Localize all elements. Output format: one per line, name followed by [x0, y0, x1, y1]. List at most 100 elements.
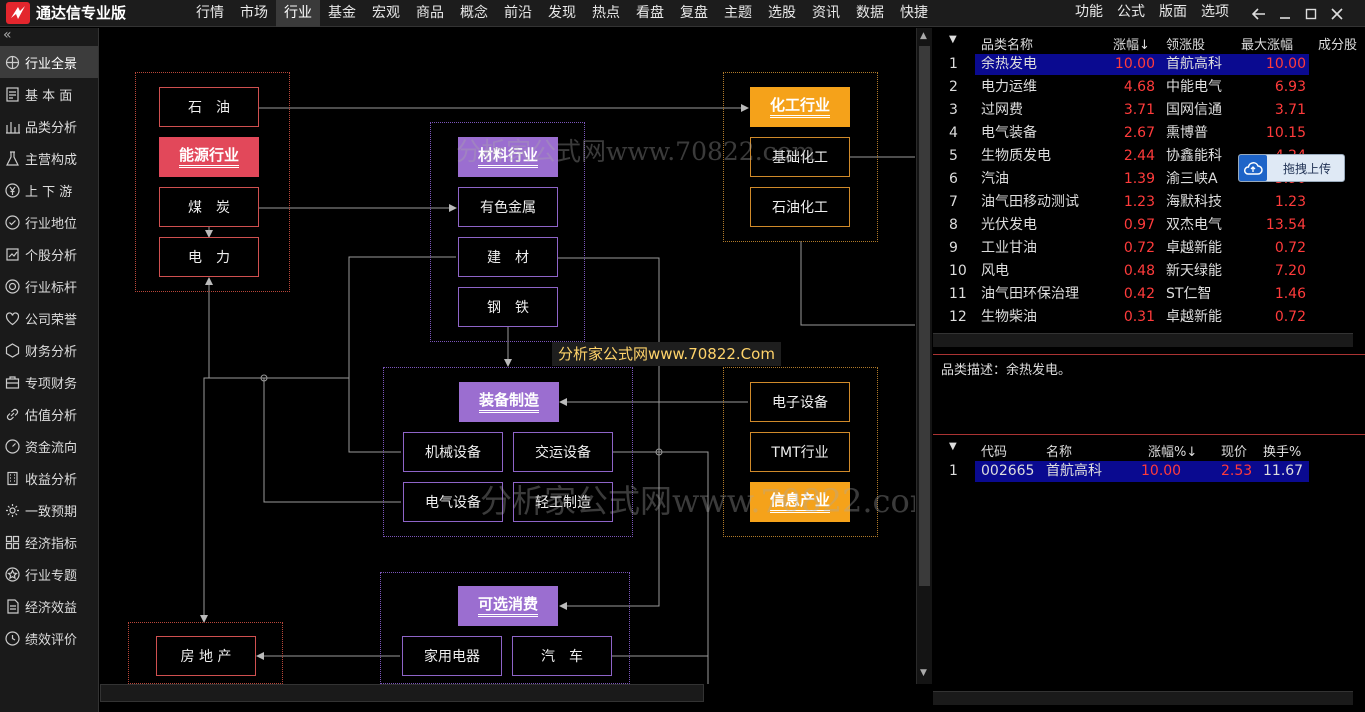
col-price[interactable]: 现价 — [1221, 441, 1247, 460]
category-row[interactable]: 9 工业甘油 0.72 卓越新能 0.72 — [933, 237, 1365, 260]
node-electronics[interactable]: 电子设备 — [750, 382, 850, 422]
sidebar-item-14[interactable]: 一致预期 — [0, 494, 98, 526]
head-equipment[interactable]: 装备制造 — [459, 382, 559, 422]
node-coal[interactable]: 煤 炭 — [159, 187, 259, 227]
node-light-manufacturing[interactable]: 轻工制造 — [513, 482, 613, 522]
category-row[interactable]: 8 光伏发电 0.97 双杰电气 13.54 — [933, 214, 1365, 237]
category-row[interactable]: 11 油气田环保治理 0.42 ST仁智 1.46 — [933, 283, 1365, 306]
menu-item-2[interactable]: 行业 — [276, 0, 320, 27]
sidebar-item-10[interactable]: 专项财务 — [0, 366, 98, 398]
node-electrical-equipment[interactable]: 电气设备 — [403, 482, 503, 522]
menu-item-1[interactable]: 市场 — [232, 0, 276, 27]
col-change[interactable]: 涨幅↓ — [1113, 34, 1150, 53]
dropdown-icon[interactable]: ▼ — [949, 441, 957, 452]
node-petrochemical[interactable]: 石油化工 — [750, 187, 850, 227]
head-materials[interactable]: 材料行业 — [458, 137, 558, 177]
diagram-vertical-scrollbar[interactable]: ▲ ▼ — [916, 28, 932, 684]
node-home-appliances[interactable]: 家用电器 — [402, 636, 502, 676]
menu-item-14[interactable]: 资讯 — [804, 0, 848, 27]
category-row[interactable]: 12 生物柴油 0.31 卓越新能 0.72 — [933, 306, 1365, 329]
category-table-scrollbar[interactable] — [933, 333, 1353, 347]
menu-item-5[interactable]: 商品 — [408, 0, 452, 27]
sidebar-item-13[interactable]: 收益分析 — [0, 462, 98, 494]
menu-item-6[interactable]: 概念 — [452, 0, 496, 27]
sidebar-item-6[interactable]: 个股分析 — [0, 238, 98, 270]
dropdown-icon[interactable]: ▼ — [949, 34, 957, 45]
node-steel[interactable]: 钢 铁 — [458, 287, 558, 327]
head-info-industry[interactable]: 信息产业 — [750, 482, 850, 522]
scroll-up-icon[interactable]: ▲ — [920, 31, 927, 41]
node-real-estate[interactable]: 房 地 产 — [156, 636, 256, 676]
sidebar-item-2[interactable]: 品类分析 — [0, 110, 98, 142]
col-category-name[interactable]: 品类名称 — [981, 34, 1033, 53]
node-building-materials[interactable]: 建 材 — [458, 237, 558, 277]
category-row[interactable]: 10 风电 0.48 新天绿能 7.20 — [933, 260, 1365, 283]
category-row[interactable]: 4 电气装备 2.67 熏博普 10.15 — [933, 122, 1365, 145]
sidebar-item-3[interactable]: 主营构成 — [0, 142, 98, 174]
node-oil[interactable]: 石 油 — [159, 87, 259, 127]
row-index: 12 — [949, 309, 967, 325]
right-menu-item-0[interactable]: 功能 — [1068, 0, 1110, 27]
menu-item-15[interactable]: 数据 — [848, 0, 892, 27]
diagram-horizontal-scrollbar[interactable] — [100, 684, 704, 702]
menu-item-7[interactable]: 前沿 — [496, 0, 540, 27]
head-consumer[interactable]: 可选消费 — [458, 586, 558, 626]
menu-item-10[interactable]: 看盘 — [628, 0, 672, 27]
node-automobile[interactable]: 汽 车 — [512, 636, 612, 676]
category-row[interactable]: 1 余热发电 10.00 首航高科 10.00 — [933, 53, 1365, 76]
sidebar-item-4[interactable]: 上 下 游 — [0, 174, 98, 206]
collapse-sidebar-icon[interactable]: « — [0, 28, 98, 46]
stock-table-scrollbar[interactable] — [933, 691, 1353, 705]
stock-row[interactable]: 1 002665 首航高科 10.00 2.53 11.67 — [933, 460, 1365, 483]
scroll-thumb[interactable] — [919, 46, 930, 586]
menu-item-16[interactable]: 快捷 — [892, 0, 936, 27]
sidebar-item-7[interactable]: 行业标杆 — [0, 270, 98, 302]
category-row[interactable]: 7 油气田移动测试 1.23 海默科技 1.23 — [933, 191, 1365, 214]
drag-upload-button[interactable]: 拖拽上传 — [1238, 154, 1345, 182]
col-code[interactable]: 代码 — [981, 441, 1007, 460]
sidebar-item-18[interactable]: 绩效评价 — [0, 622, 98, 654]
col-constituents[interactable]: 成分股 — [1318, 34, 1357, 53]
node-tmt[interactable]: TMT行业 — [750, 432, 850, 472]
close-icon[interactable] — [1324, 0, 1350, 27]
sidebar-item-11[interactable]: 估值分析 — [0, 398, 98, 430]
right-menu-item-1[interactable]: 公式 — [1110, 0, 1152, 27]
sidebar-item-17[interactable]: 经济效益 — [0, 590, 98, 622]
menu-item-11[interactable]: 复盘 — [672, 0, 716, 27]
node-nonferrous[interactable]: 有色金属 — [458, 187, 558, 227]
sidebar-item-9[interactable]: 财务分析 — [0, 334, 98, 366]
category-row[interactable]: 2 电力运维 4.68 中能电气 6.93 — [933, 76, 1365, 99]
right-menu-item-3[interactable]: 选项 — [1194, 0, 1236, 27]
menu-item-9[interactable]: 热点 — [584, 0, 628, 27]
col-name[interactable]: 名称 — [1046, 441, 1072, 460]
node-machinery[interactable]: 机械设备 — [403, 432, 503, 472]
sidebar-item-5[interactable]: 行业地位 — [0, 206, 98, 238]
node-transport-equipment[interactable]: 交运设备 — [513, 432, 613, 472]
back-arrow-icon[interactable] — [1246, 0, 1272, 27]
sidebar-item-1[interactable]: 基 本 面 — [0, 78, 98, 110]
node-basic-chemical[interactable]: 基础化工 — [750, 137, 850, 177]
head-energy[interactable]: 能源行业 — [159, 137, 259, 177]
menu-item-12[interactable]: 主题 — [716, 0, 760, 27]
node-power[interactable]: 电 力 — [159, 237, 259, 277]
minimize-icon[interactable] — [1272, 0, 1298, 27]
sidebar-item-15[interactable]: 经济指标 — [0, 526, 98, 558]
menu-item-13[interactable]: 选股 — [760, 0, 804, 27]
col-turnover[interactable]: 换手% — [1263, 441, 1301, 460]
category-row[interactable]: 3 过网费 3.71 国网信通 3.71 — [933, 99, 1365, 122]
menu-item-3[interactable]: 基金 — [320, 0, 364, 27]
scroll-down-icon[interactable]: ▼ — [920, 668, 927, 678]
sidebar-item-16[interactable]: 行业专题 — [0, 558, 98, 590]
col-change-pct[interactable]: 涨幅%↓ — [1148, 441, 1197, 460]
menu-item-8[interactable]: 发现 — [540, 0, 584, 27]
col-max-change[interactable]: 最大涨幅 — [1241, 34, 1293, 53]
sidebar-item-12[interactable]: 资金流向 — [0, 430, 98, 462]
sidebar-item-8[interactable]: 公司荣誉 — [0, 302, 98, 334]
col-leader[interactable]: 领涨股 — [1166, 34, 1205, 53]
menu-item-4[interactable]: 宏观 — [364, 0, 408, 27]
right-menu-item-2[interactable]: 版面 — [1152, 0, 1194, 27]
head-chemical[interactable]: 化工行业 — [750, 87, 850, 127]
maximize-icon[interactable] — [1298, 0, 1324, 27]
sidebar-item-0[interactable]: 行业全景 — [0, 46, 98, 78]
menu-item-0[interactable]: 行情 — [188, 0, 232, 27]
